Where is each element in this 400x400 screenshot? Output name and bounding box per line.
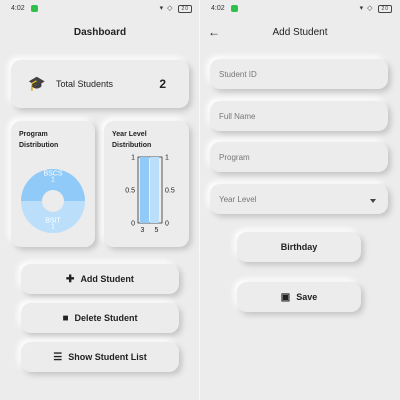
year-level-distribution-card: Year Level Distribution 1 1 0.5 0.5 0 0 3 5 <box>104 121 189 247</box>
trash-icon: ■ <box>62 313 69 324</box>
save-icon: ▣ <box>280 292 291 303</box>
bar-year-3 <box>140 157 149 223</box>
app-notification-icon <box>31 5 38 12</box>
program-pie-chart: BSCS1BSIT1 <box>21 169 85 233</box>
status-time: 4:02 <box>11 5 25 12</box>
x-tick-label: 5 <box>155 227 159 234</box>
program-distribution-card: Program Distribution BSCS 1 BSIT 1 <box>11 121 95 247</box>
app-notification-icon <box>231 5 238 12</box>
add-student-button[interactable]: ✚ Add Student <box>21 264 179 294</box>
pie-value-label: 1 <box>51 177 55 184</box>
y-tick-label-right: 0 <box>165 221 169 228</box>
total-students-card: 🎓 Total Students 2 <box>11 60 189 108</box>
year-level-placeholder: Year Level <box>219 195 257 204</box>
dropdown-caret-icon <box>370 199 376 203</box>
status-icons: ▾ ◇ 20 <box>360 4 392 13</box>
pie-value-label: 1 <box>51 224 55 231</box>
program-field[interactable]: Program <box>210 142 388 172</box>
year-level-distribution-title: Year Level Distribution <box>112 131 152 149</box>
show-student-list-button[interactable]: ☰ Show Student List <box>21 342 179 372</box>
year-level-bar-chart: 1 10.5 0.50 03 5 <box>125 155 175 235</box>
status-time: 4:02 <box>211 5 225 12</box>
y-tick-label-right: 0.5 <box>165 188 175 195</box>
total-students-value: 2 <box>159 77 166 91</box>
status-bar: 4:02 ▾ ◇ 20 <box>0 0 200 18</box>
program-distribution-title: Program Distribution <box>19 131 59 149</box>
student-id-field[interactable]: Student ID <box>210 59 388 89</box>
full-name-field[interactable]: Full Name <box>210 101 388 131</box>
battery-icon: 20 <box>178 5 192 13</box>
full-name-placeholder: Full Name <box>219 112 256 121</box>
bar-year-5 <box>150 157 159 223</box>
y-tick-label-left: 1 <box>131 155 135 162</box>
y-tick-label-left: 0 <box>131 221 135 228</box>
student-id-placeholder: Student ID <box>219 70 257 79</box>
signal-icon: ▾ ◇ <box>359 5 374 12</box>
year-level-dropdown[interactable]: Year Level <box>210 184 388 214</box>
page-title: Add Student <box>272 27 328 38</box>
page-title: Dashboard <box>73 27 127 38</box>
y-tick-label-left: 0.5 <box>125 188 135 195</box>
dashboard-screen: 4:02 ▾ ◇ 20 Dashboard 🎓 Total Students 2… <box>0 0 200 400</box>
y-tick-label-right: 1 <box>165 155 169 162</box>
add-person-icon: ✚ <box>66 274 75 285</box>
program-placeholder: Program <box>219 153 250 162</box>
signal-icon: ▾ ◇ <box>159 5 174 12</box>
status-icons: ▾ ◇ 20 <box>160 4 192 13</box>
birthday-button[interactable]: Birthday <box>237 232 361 262</box>
delete-student-button[interactable]: ■ Delete Student <box>21 303 179 333</box>
total-students-label: Total Students <box>56 79 114 89</box>
save-button[interactable]: ▣ Save <box>237 282 361 312</box>
status-bar: 4:02 ▾ ◇ 20 <box>200 0 400 18</box>
add-student-screen: 4:02 ▾ ◇ 20 ← Add Student Student ID Ful… <box>200 0 400 400</box>
battery-icon: 20 <box>378 5 392 13</box>
list-icon: ☰ <box>53 352 63 363</box>
x-tick-label: 3 <box>141 227 145 234</box>
graduation-cap-icon: 🎓 <box>28 75 46 91</box>
